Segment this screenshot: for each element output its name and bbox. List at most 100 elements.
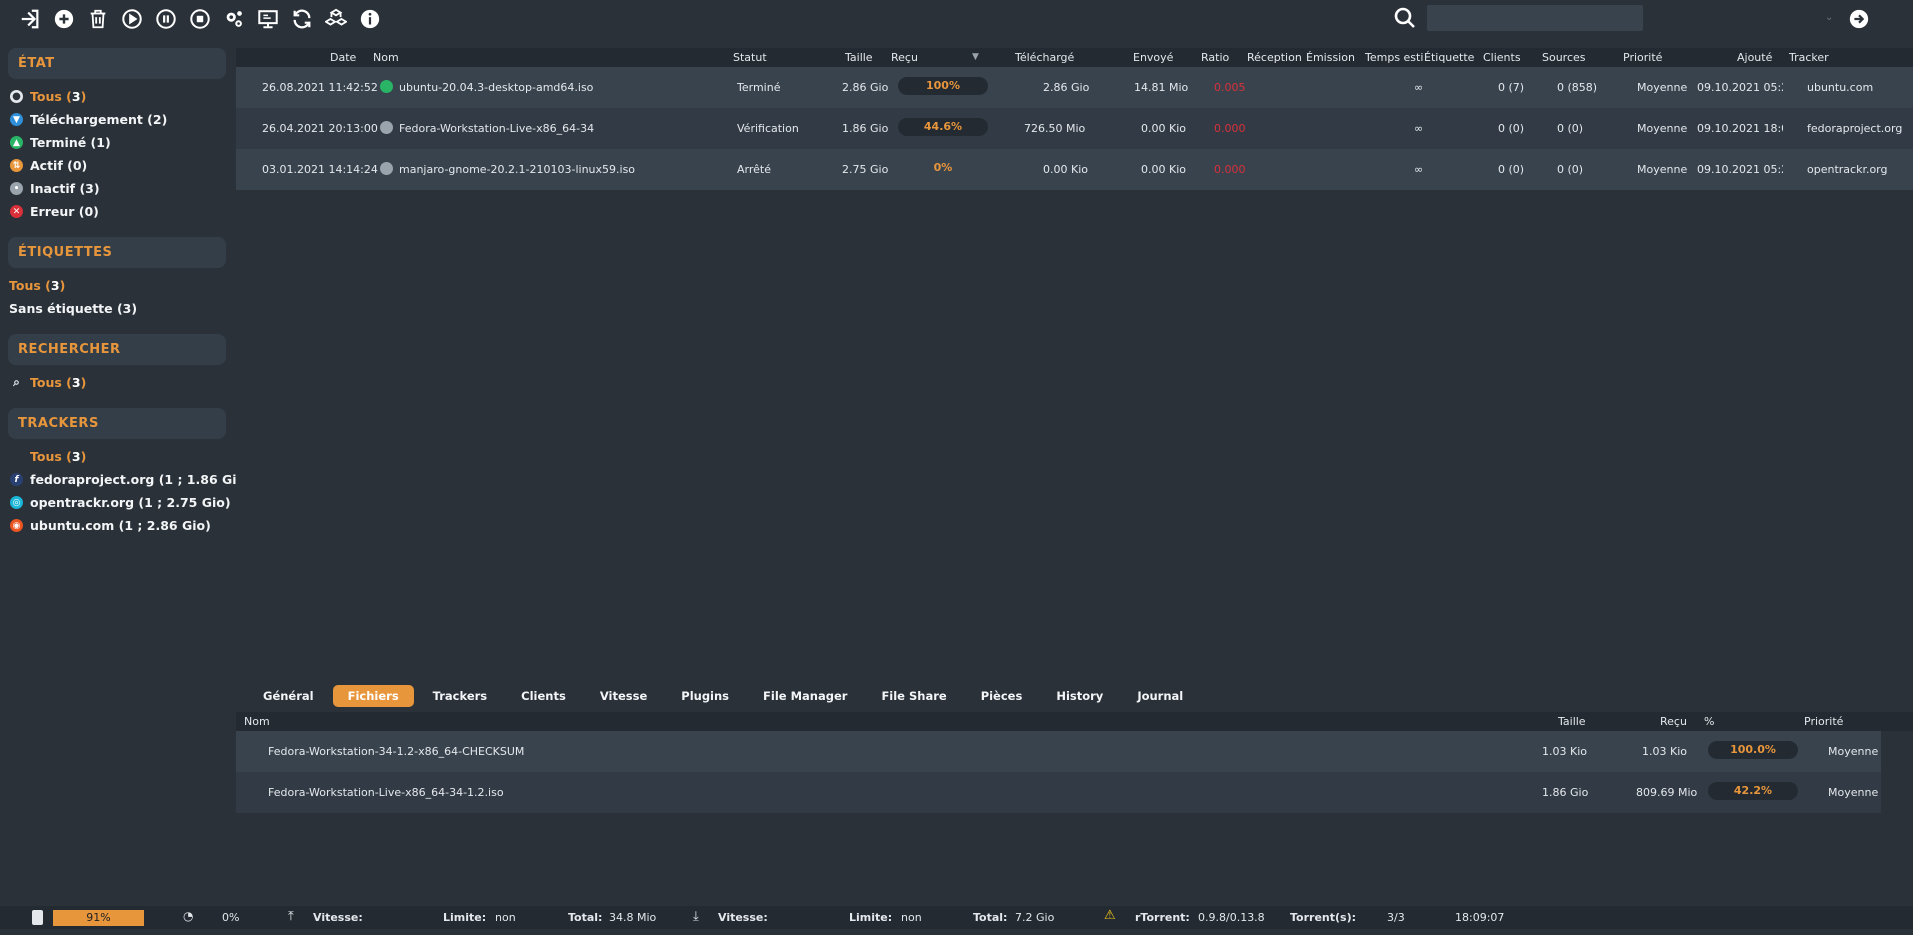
tab-files[interactable]: Fichiers: [332, 685, 414, 707]
details-panel: Général Fichiers Trackers Clients Vitess…: [236, 680, 1913, 906]
col-size[interactable]: Taille: [845, 51, 873, 64]
status-bar: 91% ◔ 0% ⤒ Vitesse: Limite: non Total: 3…: [0, 906, 1913, 929]
warning-icon[interactable]: ⚠: [1104, 908, 1116, 923]
col-sources[interactable]: Sources: [1542, 51, 1586, 64]
col-file-priority[interactable]: Priorité: [1804, 715, 1843, 728]
upload-total-label: Total:: [568, 911, 603, 924]
tab-trackers[interactable]: Trackers: [418, 685, 503, 707]
cell-clients: 0 (0): [1498, 122, 1525, 135]
received-progress: 100%: [898, 77, 988, 95]
tab-clients[interactable]: Clients: [506, 685, 581, 707]
trackers-filter-list: Tous (3) f fedoraproject.org (1 ; 1.86 G…: [0, 439, 236, 541]
col-added[interactable]: Ajouté: [1737, 51, 1772, 64]
about-button[interactable]: [353, 0, 387, 38]
filter-label: Tous (3): [30, 449, 87, 464]
cell-status: Vérification: [737, 122, 799, 135]
filter-state-error[interactable]: ✕ Erreur (0): [0, 200, 236, 223]
search-input[interactable]: [1427, 5, 1643, 31]
plugins-button[interactable]: [319, 0, 353, 38]
filter-state-completed[interactable]: ▲ Terminé (1): [0, 131, 236, 154]
col-file-received[interactable]: Reçu: [1660, 715, 1687, 728]
sort-desc-icon[interactable]: ▼: [972, 52, 979, 62]
cell-priority: Moyenne: [1637, 122, 1688, 135]
col-clients[interactable]: Clients: [1483, 51, 1521, 64]
add-torrent-file-button[interactable]: [13, 0, 47, 38]
col-received[interactable]: Reçu: [891, 51, 918, 64]
tab-general[interactable]: Général: [248, 685, 329, 707]
tab-pieces[interactable]: Pièces: [966, 685, 1038, 707]
filter-tracker-ubuntu[interactable]: ◉ ubuntu.com (1 ; 2.86 Gio): [0, 514, 236, 537]
start-button[interactable]: [115, 0, 149, 38]
cell-size: 2.75 Gio: [842, 163, 889, 176]
filter-state-inactive[interactable]: • Inactif (3): [0, 177, 236, 200]
section-trackers-header[interactable]: TRACKERS: [8, 408, 226, 439]
logout-icon[interactable]: [1848, 8, 1870, 30]
filter-tracker-all[interactable]: Tous (3): [0, 445, 236, 468]
file-row[interactable]: Fedora-Workstation-34-1.2-x86_64-CHECKSU…: [236, 731, 1881, 772]
refresh-button[interactable]: [285, 0, 319, 38]
search-icon[interactable]: [1393, 6, 1417, 30]
download-limit-value[interactable]: non: [901, 911, 922, 924]
filter-tracker-fedoraproject[interactable]: f fedoraproject.org (1 ; 1.86 Gio): [0, 468, 236, 491]
display-button[interactable]: [251, 0, 285, 38]
search-filter-list: ⌕ Tous (3): [0, 365, 236, 398]
cell-sources: 0 (858): [1557, 81, 1598, 94]
cell-sources: 0 (0): [1557, 122, 1584, 135]
col-eta[interactable]: Temps esti: [1365, 51, 1423, 64]
section-search-header[interactable]: RECHERCHER: [8, 334, 226, 365]
torrent-row[interactable]: 26.04.2021 20:13:00 Fedora-Workstation-L…: [236, 108, 1913, 149]
file-priority: Moyenne: [1828, 745, 1879, 758]
col-upload-speed[interactable]: Émission: [1306, 51, 1355, 64]
stop-button[interactable]: [183, 0, 217, 38]
download-limit-label[interactable]: Limite:: [849, 911, 892, 924]
pause-circle-icon: [156, 9, 176, 29]
filter-tracker-opentrackr[interactable]: ◎ opentrackr.org (1 ; 2.75 Gio): [0, 491, 236, 514]
search-dropdown-chevron-icon[interactable]: ⌄: [1825, 12, 1833, 23]
filter-state-active[interactable]: ⇅ Actif (0): [0, 154, 236, 177]
tab-journal[interactable]: Journal: [1122, 685, 1198, 707]
col-file-name[interactable]: Nom: [244, 715, 270, 728]
filter-label-unlabeled[interactable]: Sans étiquette (3): [0, 297, 236, 320]
remove-button[interactable]: [81, 0, 115, 38]
sign-in-icon: [21, 9, 39, 29]
received-progress: 44.6%: [898, 118, 988, 136]
filter-state-all[interactable]: ● Tous (3): [0, 85, 236, 108]
col-date[interactable]: Date: [330, 51, 356, 64]
filter-label-all[interactable]: Tous (3): [0, 274, 236, 297]
cell-status: Arrêté: [737, 163, 771, 176]
torrent-row[interactable]: 26.08.2021 11:42:52 ubuntu-20.04.3-deskt…: [236, 67, 1913, 108]
tab-speed[interactable]: Vitesse: [585, 685, 662, 707]
col-download-speed[interactable]: Réception: [1247, 51, 1302, 64]
col-file-size[interactable]: Taille: [1558, 715, 1586, 728]
section-labels-header[interactable]: ÉTIQUETTES: [8, 237, 226, 268]
torrent-row[interactable]: 03.01.2021 14:14:24 manjaro-gnome-20.2.1…: [236, 149, 1913, 190]
col-label[interactable]: Étiquette: [1424, 51, 1474, 64]
add-torrent-button[interactable]: [47, 0, 81, 38]
download-icon: ⤓: [693, 909, 699, 924]
col-downloaded[interactable]: Téléchargé: [1015, 51, 1074, 64]
disk-icon: [32, 910, 43, 925]
col-uploaded[interactable]: Envoyé: [1133, 51, 1173, 64]
col-status[interactable]: Statut: [733, 51, 767, 64]
tab-history[interactable]: History: [1041, 685, 1118, 707]
filter-label: opentrackr.org (1 ; 2.75 Gio): [30, 495, 231, 510]
filter-search-all[interactable]: ⌕ Tous (3): [0, 371, 236, 394]
cell-eta: ∞: [1414, 122, 1424, 135]
tab-plugins[interactable]: Plugins: [666, 685, 744, 707]
col-ratio[interactable]: Ratio: [1201, 51, 1229, 64]
upload-limit-label[interactable]: Limite:: [443, 911, 486, 924]
col-name[interactable]: Nom: [373, 51, 399, 64]
filter-state-downloading[interactable]: ▼ Téléchargement (2): [0, 108, 236, 131]
upload-limit-value[interactable]: non: [495, 911, 516, 924]
search-area: [1393, 5, 1643, 31]
col-file-percent[interactable]: %: [1704, 715, 1714, 728]
tab-file-manager[interactable]: File Manager: [748, 685, 862, 707]
pause-button[interactable]: [149, 0, 183, 38]
tab-file-share[interactable]: File Share: [866, 685, 961, 707]
section-state-header[interactable]: ÉTAT: [8, 48, 226, 79]
settings-button[interactable]: [217, 0, 251, 38]
col-tracker[interactable]: Tracker: [1789, 51, 1829, 64]
cell-added: 09.10.2021 18:07:39: [1697, 122, 1783, 135]
col-priority[interactable]: Priorité: [1623, 51, 1662, 64]
file-row[interactable]: Fedora-Workstation-Live-x86_64-34-1.2.is…: [236, 772, 1881, 813]
